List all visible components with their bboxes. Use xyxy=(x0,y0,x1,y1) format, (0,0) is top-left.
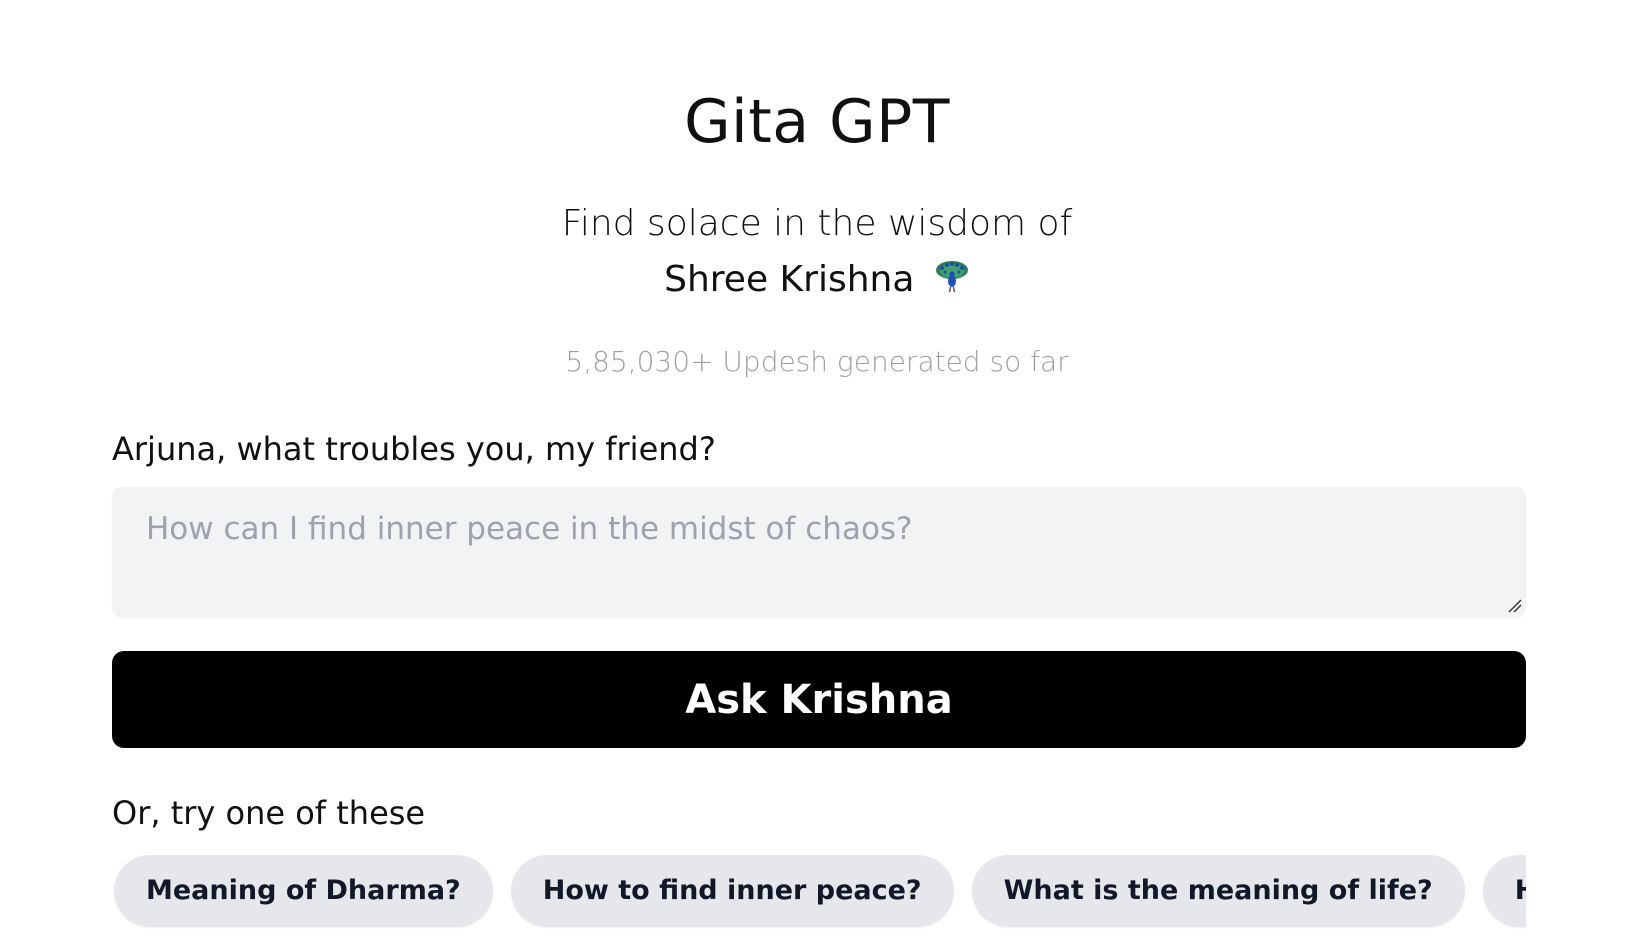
peacock-icon xyxy=(934,259,970,295)
subtitle-name: Shree Krishna xyxy=(664,259,915,300)
suggestion-chips-scroller[interactable]: Meaning of Dharma? How to find inner pea… xyxy=(112,853,1526,929)
updesh-counter: 5,85,030+ Updesh generated so far xyxy=(565,345,1069,378)
ask-krishna-button[interactable]: Ask Krishna xyxy=(112,651,1526,748)
suggestion-chip-meaning-of-life[interactable]: What is the meaning of life? xyxy=(971,855,1465,927)
subtitle-line-1: Find solace in the wisdom of xyxy=(561,203,1073,244)
question-input[interactable] xyxy=(112,487,1526,617)
subtitle-line-2: Shree Krishna xyxy=(0,256,1634,304)
suggestion-chip-partial[interactable]: How to ha xyxy=(1482,855,1526,927)
suggestion-chip-inner-peace[interactable]: How to find inner peace? xyxy=(510,855,954,927)
question-field-container xyxy=(112,487,1526,617)
gita-gpt-page: Gita GPT Find solace in the wisdom of Sh… xyxy=(0,0,1634,946)
page-title: Gita GPT xyxy=(684,87,950,157)
suggestion-chips: Meaning of Dharma? How to find inner pea… xyxy=(112,853,1526,929)
suggestion-chip-dharma[interactable]: Meaning of Dharma? xyxy=(114,855,493,927)
question-label: Arjuna, what troubles you, my friend? xyxy=(112,430,716,468)
resize-handle-icon[interactable] xyxy=(1506,597,1522,613)
suggestions-label: Or, try one of these xyxy=(112,794,426,832)
